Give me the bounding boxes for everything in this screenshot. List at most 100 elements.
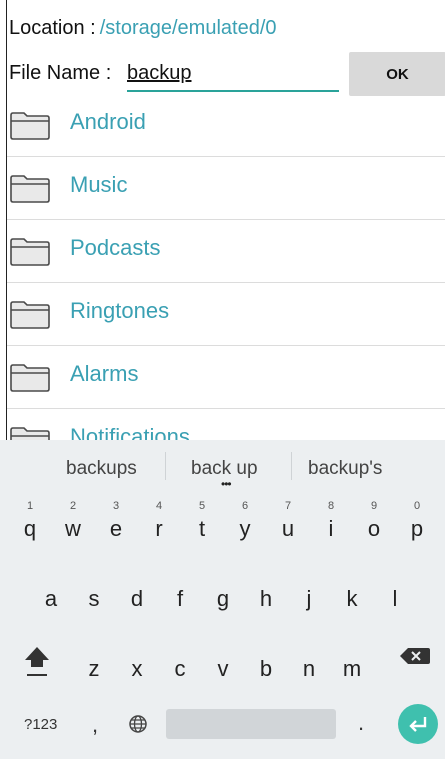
key-r[interactable]: 4r bbox=[139, 496, 179, 550]
suggestion-divider bbox=[165, 452, 166, 480]
key-hint: 9 bbox=[370, 500, 378, 512]
key-i[interactable]: 8i bbox=[311, 496, 351, 550]
key-letter: i bbox=[328, 516, 334, 541]
folder-item-podcasts[interactable]: Podcasts bbox=[7, 220, 445, 283]
symbols-key[interactable]: ?123 bbox=[24, 716, 57, 733]
location-row: Location : /storage/emulated/0 bbox=[9, 10, 277, 46]
filename-row: File Name : OK bbox=[9, 52, 445, 96]
key-hint: 1 bbox=[26, 500, 34, 512]
key-letter: k bbox=[346, 586, 358, 611]
key-o[interactable]: 9o bbox=[354, 496, 394, 550]
key-n[interactable]: n bbox=[289, 636, 329, 690]
backspace-key[interactable] bbox=[395, 636, 435, 690]
ok-button[interactable]: OK bbox=[349, 52, 445, 96]
key-g[interactable]: g bbox=[203, 566, 243, 620]
key-letter: n bbox=[302, 656, 316, 681]
key-l[interactable]: l bbox=[375, 566, 415, 620]
folder-label: Android bbox=[70, 109, 146, 134]
key-letter: g bbox=[216, 586, 230, 611]
key-j[interactable]: j bbox=[289, 566, 329, 620]
folder-label: Music bbox=[70, 172, 128, 197]
key-letter: q bbox=[23, 516, 37, 541]
key-letter: l bbox=[392, 586, 398, 611]
key-letter: f bbox=[176, 586, 184, 611]
key-k[interactable]: k bbox=[332, 566, 372, 620]
key-letter: a bbox=[44, 586, 58, 611]
key-d[interactable]: d bbox=[117, 566, 157, 620]
key-u[interactable]: 7u bbox=[268, 496, 308, 550]
folder-icon bbox=[10, 238, 50, 266]
suggestion-backups[interactable]: backups bbox=[66, 458, 137, 480]
location-label: Location : bbox=[9, 16, 96, 39]
key-x[interactable]: x bbox=[117, 636, 157, 690]
key-letter: u bbox=[281, 516, 295, 541]
shift-icon bbox=[25, 647, 49, 676]
comma-key[interactable]: , bbox=[92, 712, 98, 738]
key-hint: 6 bbox=[241, 500, 249, 512]
filename-input[interactable] bbox=[127, 58, 339, 92]
key-letter: r bbox=[155, 516, 163, 541]
folder-item-music[interactable]: Music bbox=[7, 157, 445, 220]
location-path[interactable]: /storage/emulated/0 bbox=[100, 17, 277, 40]
key-letter: o bbox=[367, 516, 381, 541]
key-f[interactable]: f bbox=[160, 566, 200, 620]
key-hint: 2 bbox=[69, 500, 77, 512]
key-hint: 4 bbox=[155, 500, 163, 512]
key-a[interactable]: a bbox=[31, 566, 71, 620]
soft-keyboard: backups back up ••• backup's 1q 2w 3e 4r… bbox=[0, 440, 445, 759]
key-letter: b bbox=[259, 656, 273, 681]
key-p[interactable]: 0p bbox=[397, 496, 437, 550]
backspace-icon bbox=[400, 648, 430, 664]
key-e[interactable]: 3e bbox=[96, 496, 136, 550]
folder-icon bbox=[10, 112, 50, 140]
key-v[interactable]: v bbox=[203, 636, 243, 690]
enter-icon bbox=[409, 717, 427, 732]
key-hint: 3 bbox=[112, 500, 120, 512]
shift-key[interactable] bbox=[17, 636, 57, 690]
key-letter: w bbox=[65, 516, 81, 541]
key-s[interactable]: s bbox=[74, 566, 114, 620]
enter-button[interactable] bbox=[398, 704, 438, 744]
space-bar[interactable] bbox=[166, 709, 336, 739]
folder-item-alarms[interactable]: Alarms bbox=[7, 346, 445, 409]
folder-item-android[interactable]: Android bbox=[7, 94, 445, 157]
key-hint: 5 bbox=[198, 500, 206, 512]
globe-icon[interactable] bbox=[128, 714, 148, 734]
key-q[interactable]: 1q bbox=[10, 496, 50, 550]
key-m[interactable]: m bbox=[332, 636, 372, 690]
key-letter: h bbox=[259, 586, 273, 611]
folder-item-ringtones[interactable]: Ringtones bbox=[7, 283, 445, 346]
key-letter: y bbox=[239, 516, 251, 541]
key-letter: t bbox=[198, 516, 206, 541]
key-t[interactable]: 5t bbox=[182, 496, 222, 550]
key-letter: s bbox=[88, 586, 100, 611]
key-y[interactable]: 6y bbox=[225, 496, 265, 550]
key-letter: c bbox=[174, 656, 186, 681]
folder-item-notifications[interactable]: Notifications bbox=[7, 409, 445, 440]
key-c[interactable]: c bbox=[160, 636, 200, 690]
key-letter: e bbox=[109, 516, 123, 541]
folder-icon bbox=[10, 364, 50, 392]
folder-label: Ringtones bbox=[70, 298, 170, 323]
key-w[interactable]: 2w bbox=[53, 496, 93, 550]
period-key[interactable]: . bbox=[358, 710, 364, 736]
key-letter: j bbox=[306, 586, 312, 611]
key-letter: p bbox=[410, 516, 424, 541]
key-letter: v bbox=[217, 656, 229, 681]
suggestion-backups-possessive[interactable]: backup's bbox=[308, 458, 382, 480]
key-letter: d bbox=[130, 586, 144, 611]
key-h[interactable]: h bbox=[246, 566, 286, 620]
folder-label: Alarms bbox=[70, 361, 139, 386]
key-hint: 0 bbox=[413, 500, 421, 512]
folder-list[interactable]: Android Music Podcasts Ringtones Alarms … bbox=[7, 94, 445, 440]
suggestion-divider bbox=[291, 452, 292, 480]
folder-icon bbox=[10, 175, 50, 203]
key-b[interactable]: b bbox=[246, 636, 286, 690]
folder-label: Notifications bbox=[70, 424, 190, 440]
key-hint: 7 bbox=[284, 500, 292, 512]
folder-label: Podcasts bbox=[70, 235, 161, 260]
folder-icon bbox=[10, 301, 50, 329]
more-suggestions-icon[interactable]: ••• bbox=[221, 477, 232, 491]
folder-icon bbox=[10, 427, 50, 440]
key-z[interactable]: z bbox=[74, 636, 114, 690]
